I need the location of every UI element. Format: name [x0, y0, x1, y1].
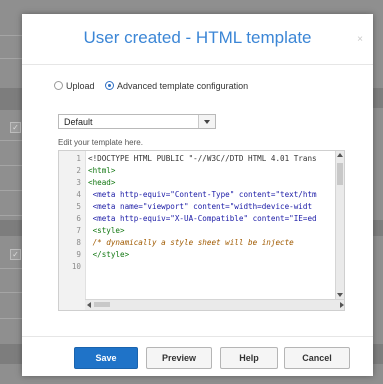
scroll-up-icon[interactable]	[337, 153, 343, 157]
code-text: <head>	[88, 178, 116, 187]
advanced-config-radio[interactable]	[105, 81, 115, 91]
scroll-left-icon[interactable]	[87, 302, 91, 308]
line-number: 10	[71, 262, 81, 271]
code-line[interactable]: 5 <meta name="viewport" content="width=d…	[59, 201, 334, 213]
code-text: <meta http-equiv="Content-Type" content=…	[88, 190, 317, 199]
editor-horizontal-scrollbar[interactable]	[85, 299, 344, 310]
code-line[interactable]: 3 <head>	[59, 177, 334, 189]
scrollbar-thumb[interactable]	[94, 302, 110, 307]
line-number: 8	[76, 238, 81, 247]
modal-footer: Save Preview Help Cancel	[22, 336, 373, 377]
bg-block	[0, 88, 22, 110]
code-line[interactable]: 1 <!DOCTYPE HTML PUBLIC "-//W3C//DTD HTML…	[59, 153, 334, 165]
code-line[interactable]: 4 <meta http-equiv="Content-Type" conten…	[59, 189, 334, 201]
bg-checkbox: ✓	[10, 249, 21, 260]
bg-block	[373, 88, 383, 108]
line-number: 2	[76, 166, 81, 175]
line-number: 6	[76, 214, 81, 223]
preview-button[interactable]: Preview	[146, 347, 212, 369]
upload-radio[interactable]	[54, 81, 63, 91]
code-text: <meta http-equiv="X-UA-Compatible" conte…	[88, 214, 317, 223]
template-modal: User created - HTML template × Upload Ad…	[22, 14, 373, 376]
line-number: 4	[76, 190, 81, 199]
bg-block	[373, 344, 383, 364]
code-line[interactable]: 10	[59, 261, 334, 273]
code-line[interactable]: 2 <html>	[59, 165, 334, 177]
scroll-right-icon[interactable]	[340, 302, 344, 308]
line-number: 7	[76, 226, 81, 235]
template-select[interactable]: Default	[58, 114, 216, 129]
save-button[interactable]: Save	[74, 347, 138, 369]
code-text: <meta name="viewport" content="width=dev…	[88, 202, 313, 211]
upload-radio-label[interactable]: Upload	[66, 81, 95, 91]
line-number: 5	[76, 202, 81, 211]
code-line[interactable]: 8 /* dynamically a style sheet will be i…	[59, 237, 334, 249]
template-select-value: Default	[64, 117, 93, 127]
code-line[interactable]: 9 </style>	[59, 249, 334, 261]
chevron-down-icon[interactable]	[198, 115, 215, 128]
scroll-down-icon[interactable]	[337, 293, 343, 297]
code-line[interactable]: 7 <style>	[59, 225, 334, 237]
advanced-config-radio-label[interactable]: Advanced template configuration	[117, 81, 248, 91]
code-text: </style>	[88, 250, 130, 259]
line-number: 3	[76, 178, 81, 187]
bg-block	[373, 220, 383, 236]
close-icon[interactable]: ×	[357, 34, 363, 45]
modal-title: User created - HTML template	[83, 28, 312, 47]
bg-block	[0, 220, 22, 236]
code-line[interactable]: 6 <meta http-equiv="X-UA-Compatible" con…	[59, 213, 334, 225]
bg-checkbox: ✓	[10, 122, 21, 133]
code-text: <!DOCTYPE HTML PUBLIC "-//W3C//DTD HTML …	[88, 154, 317, 163]
template-mode-radio-group: Upload Advanced template configuration	[54, 80, 256, 94]
editor-hint: Edit your template here.	[58, 138, 143, 147]
scrollbar-thumb[interactable]	[337, 163, 343, 185]
template-code-editor[interactable]: 1 <!DOCTYPE HTML PUBLIC "-//W3C//DTD HTML…	[58, 150, 345, 311]
code-text: <style>	[88, 226, 125, 235]
cancel-button[interactable]: Cancel	[284, 347, 350, 369]
modal-header: User created - HTML template ×	[22, 14, 373, 65]
bg-block	[0, 344, 22, 364]
line-number: 1	[76, 154, 81, 163]
code-text: <html>	[88, 166, 116, 175]
line-number: 9	[76, 250, 81, 259]
editor-vertical-scrollbar[interactable]	[335, 151, 344, 299]
help-button[interactable]: Help	[220, 347, 278, 369]
code-text: /* dynamically a style sheet will be inj…	[88, 238, 294, 247]
